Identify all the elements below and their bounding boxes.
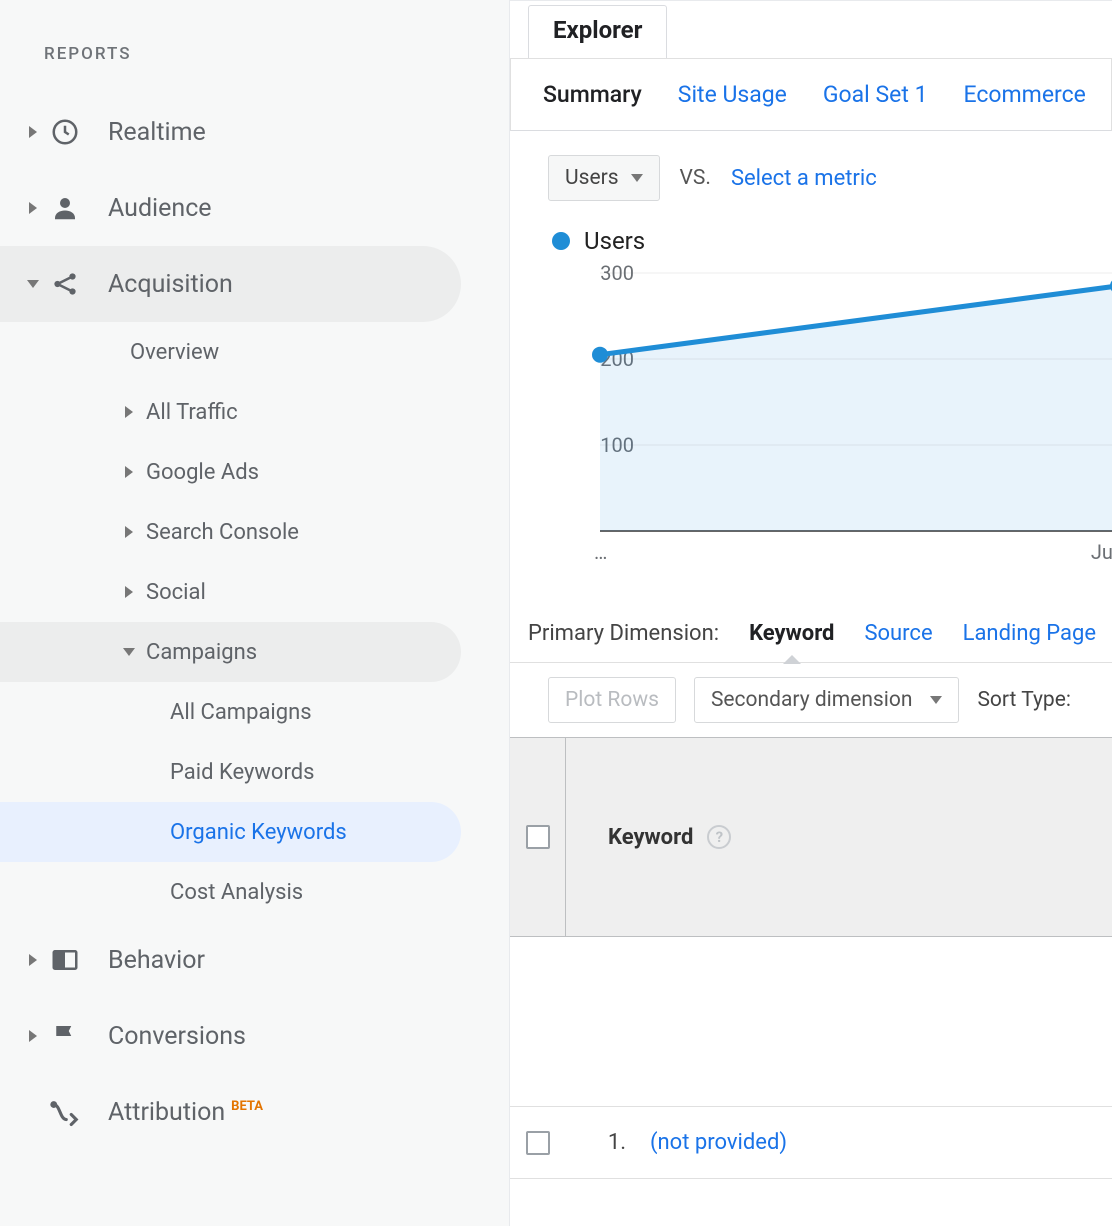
nav-sub-all-traffic[interactable]: All Traffic	[0, 382, 461, 442]
chevron-right-icon	[22, 1030, 44, 1042]
chevron-down-icon	[22, 280, 44, 288]
chevron-right-icon	[118, 466, 140, 478]
chevron-right-icon	[22, 126, 44, 138]
nav-sub-social[interactable]: Social	[0, 562, 461, 622]
sidebar-item-attribution[interactable]: Attribution	[0, 1074, 461, 1150]
chevron-down-icon	[930, 696, 942, 704]
attribution-icon	[50, 1097, 90, 1127]
sidebar-item-conversions[interactable]: Conversions	[0, 998, 461, 1074]
select-metric-link[interactable]: Select a metric	[731, 166, 877, 191]
nav-sub-label: All Traffic	[146, 400, 238, 425]
person-icon	[50, 193, 90, 223]
behavior-icon	[50, 945, 90, 975]
row-value-link[interactable]: (not provided)	[626, 1130, 787, 1155]
sidebar-item-behavior[interactable]: Behavior	[0, 922, 461, 998]
row-checkbox-cell	[510, 1131, 566, 1155]
sidebar-section-label: REPORTS	[0, 44, 509, 64]
sidebar-item-label: Acquisition	[108, 270, 233, 299]
nav-sub-paid-keywords[interactable]: Paid Keywords	[0, 742, 461, 802]
metric-dropdown-label: Users	[565, 166, 619, 190]
chevron-right-icon	[22, 202, 44, 214]
inner-tabs: Summary Site Usage Goal Set 1 Ecommerce	[510, 58, 1112, 131]
dimension-row: Primary Dimension: Keyword Source Landin…	[510, 577, 1112, 662]
table-body	[510, 937, 1112, 1107]
chart: 100200300…Jul 27	[548, 263, 1112, 577]
sidebar-item-acquisition[interactable]: Acquisition	[0, 246, 461, 322]
sidebar-item-audience[interactable]: Audience	[0, 170, 461, 246]
sidebar-item-label: Realtime	[108, 118, 206, 147]
nav-sub-organic-keywords[interactable]: Organic Keywords	[0, 802, 461, 862]
sidebar-item-label: Attribution	[108, 1098, 263, 1127]
table-row: 1. (not provided)	[510, 1107, 1112, 1179]
chevron-right-icon	[118, 526, 140, 538]
tab-site-usage[interactable]: Site Usage	[678, 81, 787, 108]
chart-legend: Users	[510, 211, 1112, 263]
header-keyword-cell[interactable]: Keyword ?	[566, 825, 1112, 850]
clock-icon	[50, 117, 90, 147]
plot-rows-button: Plot Rows	[548, 677, 676, 723]
chevron-down-icon	[118, 648, 140, 656]
flag-icon	[50, 1021, 90, 1051]
chevron-right-icon	[118, 586, 140, 598]
sidebar: REPORTS Realtime Audience Acquisition Ov…	[0, 0, 510, 1226]
chart-svg: 100200300…Jul 27	[548, 263, 1112, 573]
legend-label: Users	[584, 227, 645, 255]
svg-text:Jul 27: Jul 27	[1091, 540, 1112, 564]
svg-text:…: …	[594, 540, 607, 564]
acquisition-icon	[50, 269, 90, 299]
nav-sub-campaigns[interactable]: Campaigns	[0, 622, 461, 682]
dimension-landing-page[interactable]: Landing Page	[963, 621, 1096, 646]
table-header: Keyword ?	[510, 737, 1112, 937]
select-all-checkbox[interactable]	[526, 825, 550, 849]
help-icon[interactable]: ?	[707, 825, 731, 849]
tab-explorer[interactable]: Explorer	[528, 5, 667, 58]
sidebar-item-label: Audience	[108, 194, 212, 223]
nav-sub-label: Campaigns	[146, 640, 257, 665]
tab-goal-set-1[interactable]: Goal Set 1	[823, 81, 928, 108]
main-content: Explorer Summary Site Usage Goal Set 1 E…	[510, 0, 1112, 1226]
nav-sub-all-campaigns[interactable]: All Campaigns	[0, 682, 461, 742]
legend-dot-icon	[552, 232, 570, 250]
secondary-dimension-dropdown[interactable]: Secondary dimension	[694, 677, 960, 723]
nav-sub-label: Search Console	[146, 520, 299, 545]
nav-sub-google-ads[interactable]: Google Ads	[0, 442, 461, 502]
sidebar-item-realtime[interactable]: Realtime	[0, 94, 461, 170]
nav-sub-search-console[interactable]: Search Console	[0, 502, 461, 562]
card-tabs: Explorer	[510, 5, 1112, 58]
nav-sub-label: Social	[146, 580, 206, 605]
sort-type-label: Sort Type:	[977, 688, 1071, 712]
dimension-label: Primary Dimension:	[528, 621, 719, 646]
svg-text:300: 300	[600, 263, 634, 285]
nav-sub-label: Google Ads	[146, 460, 259, 485]
secondary-dimension-label: Secondary dimension	[711, 688, 913, 712]
metric-dropdown[interactable]: Users	[548, 155, 660, 201]
dimension-source[interactable]: Source	[864, 621, 932, 646]
sidebar-item-label: Behavior	[108, 946, 205, 975]
nav-sub-overview[interactable]: Overview	[0, 322, 461, 382]
chevron-down-icon	[631, 174, 643, 182]
dimension-keyword[interactable]: Keyword	[749, 621, 834, 646]
chevron-right-icon	[118, 406, 140, 418]
sidebar-item-label: Conversions	[108, 1022, 246, 1051]
header-checkbox-cell	[510, 738, 566, 936]
tab-ecommerce[interactable]: Ecommerce	[964, 81, 1086, 108]
nav-sub-cost-analysis[interactable]: Cost Analysis	[0, 862, 461, 922]
chevron-right-icon	[22, 954, 44, 966]
row-checkbox[interactable]	[526, 1131, 550, 1155]
tab-summary[interactable]: Summary	[543, 81, 642, 108]
toolbar-row: Plot Rows Secondary dimension Sort Type:	[510, 662, 1112, 737]
row-number: 1.	[566, 1130, 626, 1155]
metric-row: Users VS. Select a metric	[510, 131, 1112, 211]
vs-label: VS.	[680, 166, 711, 190]
header-keyword-label: Keyword	[608, 825, 693, 850]
